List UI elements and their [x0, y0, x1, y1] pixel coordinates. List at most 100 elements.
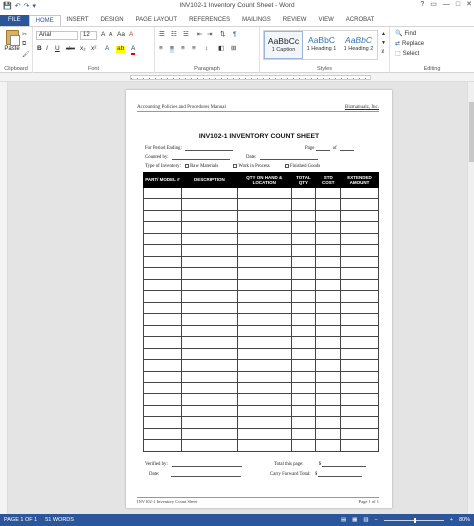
scroll-thumb[interactable]: [469, 102, 474, 162]
table-cell[interactable]: [340, 359, 379, 372]
table-cell[interactable]: [143, 232, 182, 246]
print-layout-icon[interactable]: ▦: [352, 517, 357, 523]
tab-mailings[interactable]: MAILINGS: [236, 15, 277, 26]
table-cell[interactable]: [315, 416, 342, 429]
table-cell[interactable]: [236, 359, 292, 372]
table-cell[interactable]: [180, 370, 238, 383]
table-cell[interactable]: [180, 301, 238, 315]
table-cell[interactable]: [290, 301, 317, 315]
table-cell[interactable]: [236, 347, 292, 361]
table-cell[interactable]: [340, 255, 379, 269]
clear-format-button[interactable]: A: [129, 31, 133, 39]
table-cell[interactable]: [340, 244, 379, 257]
tab-acrobat[interactable]: ACROBAT: [340, 15, 381, 26]
table-cell[interactable]: [315, 198, 342, 211]
table-cell[interactable]: [290, 232, 317, 246]
word-count-status[interactable]: 51 WORDS: [45, 517, 74, 523]
table-cell[interactable]: [143, 221, 182, 234]
table-cell[interactable]: [315, 244, 342, 257]
table-cell[interactable]: [340, 393, 379, 406]
table-cell[interactable]: [290, 209, 317, 223]
table-cell[interactable]: [315, 278, 342, 292]
table-cell[interactable]: [143, 393, 182, 406]
table-cell[interactable]: [180, 404, 238, 418]
table-cell[interactable]: [180, 439, 238, 452]
minimize-button[interactable]: —: [443, 1, 450, 8]
table-cell[interactable]: [143, 301, 182, 315]
table-cell[interactable]: [340, 313, 379, 326]
table-cell[interactable]: [143, 381, 182, 395]
shading-icon[interactable]: ◧: [218, 45, 224, 53]
table-cell[interactable]: [290, 393, 317, 406]
table-cell[interactable]: [180, 427, 238, 441]
read-mode-icon[interactable]: ▤: [341, 517, 346, 523]
sort-icon[interactable]: ⇅: [220, 31, 225, 39]
zoom-level[interactable]: 80%: [459, 517, 470, 523]
table-cell[interactable]: [236, 221, 292, 234]
table-cell[interactable]: [315, 347, 342, 361]
styles-scroll-up-icon[interactable]: ▲: [381, 32, 386, 37]
styles-more-icon[interactable]: ⊻: [381, 50, 385, 55]
table-cell[interactable]: [180, 359, 238, 372]
table-cell[interactable]: [236, 301, 292, 315]
date-bottom-field[interactable]: [170, 472, 241, 477]
justify-icon[interactable]: ≡: [192, 45, 196, 53]
zoom-slider[interactable]: [383, 517, 444, 523]
table-cell[interactable]: [315, 439, 342, 452]
align-left-icon[interactable]: ≡: [159, 45, 163, 53]
table-cell[interactable]: [340, 278, 379, 292]
table-cell[interactable]: [340, 290, 379, 303]
table-cell[interactable]: [290, 347, 317, 361]
zoom-out-icon[interactable]: −: [375, 517, 378, 523]
table-cell[interactable]: [315, 313, 342, 326]
table-cell[interactable]: [236, 404, 292, 418]
increase-indent-icon[interactable]: ⇥: [207, 31, 212, 39]
vertical-scrollbar[interactable]: [467, 82, 474, 514]
table-cell[interactable]: [290, 370, 317, 383]
subscript-button[interactable]: x₂: [80, 45, 86, 53]
close-button[interactable]: ✕: [466, 1, 472, 8]
horizontal-ruler[interactable]: [0, 73, 474, 82]
table-cell[interactable]: [180, 324, 238, 338]
table-cell[interactable]: [180, 347, 238, 361]
format-painter-icon[interactable]: 🖌: [22, 51, 30, 58]
table-cell[interactable]: [290, 255, 317, 269]
table-cell[interactable]: [340, 232, 379, 246]
table-cell[interactable]: [143, 278, 182, 292]
superscript-button[interactable]: x²: [91, 45, 96, 53]
table-cell[interactable]: [290, 381, 317, 395]
table-cell[interactable]: [290, 313, 317, 326]
table-cell[interactable]: [315, 359, 342, 372]
table-cell[interactable]: [180, 255, 238, 269]
table-cell[interactable]: [236, 439, 292, 452]
web-layout-icon[interactable]: ▥: [363, 517, 368, 523]
table-cell[interactable]: [315, 427, 342, 441]
table-cell[interactable]: [340, 416, 379, 429]
highlight-button[interactable]: ab: [116, 45, 126, 53]
table-cell[interactable]: [236, 255, 292, 269]
table-cell[interactable]: [236, 198, 292, 211]
table-cell[interactable]: [143, 267, 182, 280]
ribbon-display-button[interactable]: ▭: [430, 1, 437, 8]
work-in-process-checkbox[interactable]: [233, 164, 238, 168]
align-center-icon[interactable]: ≡: [170, 45, 174, 53]
table-cell[interactable]: [315, 255, 342, 269]
table-cell[interactable]: [143, 198, 182, 211]
table-cell[interactable]: [236, 393, 292, 406]
table-cell[interactable]: [290, 416, 317, 429]
table-cell[interactable]: [290, 290, 317, 303]
table-cell[interactable]: [340, 336, 379, 349]
styles-scroll-down-icon[interactable]: ▼: [381, 41, 386, 46]
carry-forward-field[interactable]: [318, 472, 363, 477]
table-cell[interactable]: [236, 313, 292, 326]
table-cell[interactable]: [180, 381, 238, 395]
table-cell[interactable]: [290, 359, 317, 372]
underline-button[interactable]: U: [55, 45, 60, 53]
bold-button[interactable]: B: [37, 45, 42, 53]
find-button[interactable]: 🔍 Find: [395, 30, 416, 37]
style-heading-2[interactable]: AaBbC 1 Heading 2: [340, 31, 377, 59]
table-cell[interactable]: [315, 290, 342, 303]
tab-design[interactable]: DESIGN: [95, 15, 130, 26]
table-cell[interactable]: [180, 232, 238, 246]
table-cell[interactable]: [290, 278, 317, 292]
